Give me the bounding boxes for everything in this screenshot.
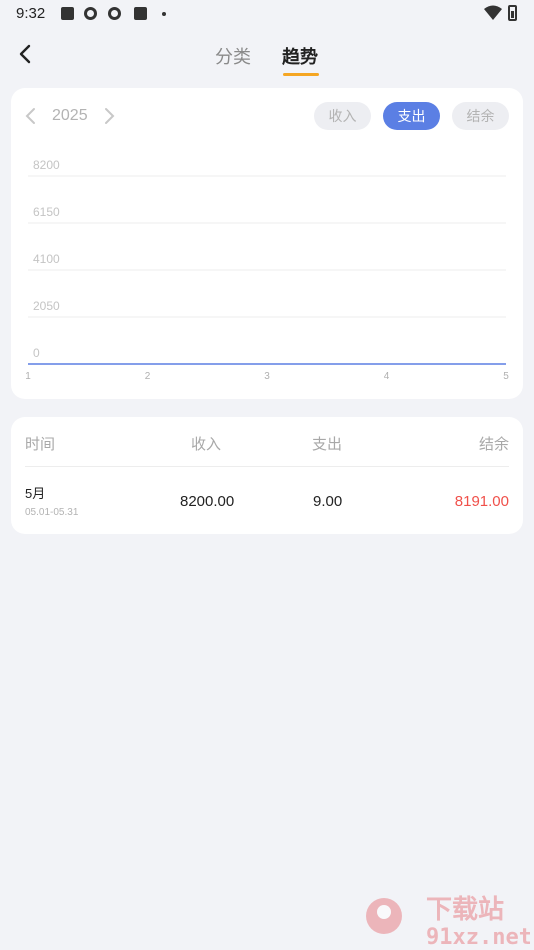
wifi-icon (484, 5, 502, 20)
sync-icon (84, 7, 97, 20)
column-header-time: 时间 (25, 436, 56, 453)
sync-icon (108, 7, 121, 20)
y-tick-label: 8200 (33, 158, 60, 172)
row-income-value: 8200.00 (180, 493, 235, 510)
row-date-range: 05.01-05.31 (25, 507, 79, 518)
column-header-expense: 支出 (312, 436, 343, 453)
active-tab-indicator (283, 73, 319, 76)
watermark-url: 91xz.net (426, 925, 530, 948)
column-header-balance: 结余 (478, 436, 509, 453)
status-time: 9:32 (16, 5, 46, 22)
trend-chart-card: 2025 收入 支出 结余 8200 6150 4100 2050 0 1 2 3 4 5 (11, 88, 523, 399)
x-tick-label: 5 (503, 371, 509, 382)
x-tick-label: 3 (264, 371, 270, 382)
row-month: 5月 (25, 486, 46, 501)
column-header-income: 收入 (191, 436, 222, 453)
row-expense-value: 9.00 (313, 493, 343, 510)
summary-table-card: 时间 收入 支出 结余 5月 05.01-05.31 8200.00 9.00 … (11, 417, 523, 534)
tab-trend[interactable]: 趋势 (282, 43, 318, 69)
status-bar: 9:32 (0, 0, 534, 28)
battery-icon (508, 5, 517, 21)
tab-category[interactable]: 分类 (215, 43, 251, 69)
y-tick-label: 6150 (33, 205, 60, 219)
notification-icon (61, 7, 74, 20)
watermark-title: 下载站 (426, 895, 504, 925)
y-tick-label: 0 (33, 346, 40, 360)
more-notifications-icon (162, 12, 166, 16)
notification-icon (134, 7, 147, 20)
back-arrow-icon[interactable] (12, 40, 40, 68)
y-tick-label: 2050 (33, 299, 60, 313)
trend-line-chart: 8200 6150 4100 2050 01 2 3 4 5 (25, 158, 509, 382)
site-watermark-logo: 下载站 91xz.net (366, 895, 530, 948)
x-tick-label: 2 (145, 371, 151, 382)
header-divider (25, 466, 509, 467)
x-tick-label: 4 (384, 371, 390, 382)
y-tick-label: 4100 (33, 252, 60, 266)
row-balance-value: 8191.00 (454, 493, 509, 510)
x-tick-label: 1 (25, 371, 31, 382)
